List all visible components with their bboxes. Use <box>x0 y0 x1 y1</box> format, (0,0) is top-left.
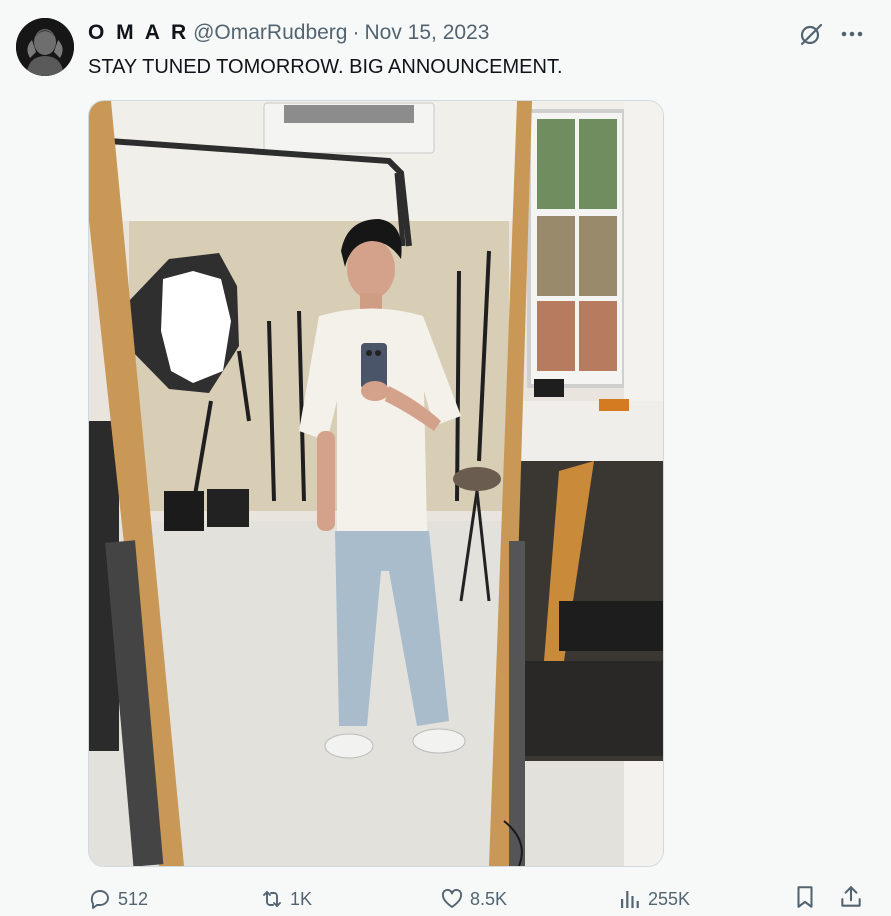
grok-icon[interactable] <box>797 20 825 48</box>
author-name[interactable]: O M A R <box>88 21 189 45</box>
retweet-count: 1K <box>290 888 313 909</box>
tweet-header: O M A R @OmarRudberg · Nov 15, 2023 <box>88 20 489 46</box>
tweet-photo[interactable] <box>88 100 664 867</box>
more-icon[interactable] <box>838 20 866 48</box>
views-icon <box>621 891 639 908</box>
heart-icon <box>441 888 463 908</box>
bookmark-icon <box>797 886 813 908</box>
views-button[interactable]: 255K <box>618 884 690 914</box>
like-button[interactable]: 8.5K <box>440 884 507 914</box>
share-button[interactable] <box>838 884 864 915</box>
reply-count: 512 <box>118 888 149 909</box>
like-count: 8.5K <box>470 888 508 909</box>
reply-icon <box>90 890 109 909</box>
separator-dot: · <box>352 21 360 44</box>
avatar-image <box>16 18 74 76</box>
tweet-text: STAY TUNED TOMORROW. BIG ANNOUNCEMENT. <box>88 56 563 78</box>
author-handle[interactable]: @OmarRudberg <box>193 21 347 45</box>
share-icon <box>841 886 861 907</box>
reply-button[interactable]: 512 <box>88 884 148 914</box>
retweet-button[interactable]: 1K <box>260 884 312 914</box>
photo-illustration <box>89 101 663 866</box>
tweet-date[interactable]: Nov 15, 2023 <box>364 21 489 45</box>
retweet-icon <box>263 891 281 907</box>
action-bar: 512 1K 8.5K 255K <box>88 884 878 916</box>
avatar[interactable] <box>16 18 74 76</box>
bookmark-button[interactable] <box>792 884 818 915</box>
views-count: 255K <box>648 888 691 909</box>
